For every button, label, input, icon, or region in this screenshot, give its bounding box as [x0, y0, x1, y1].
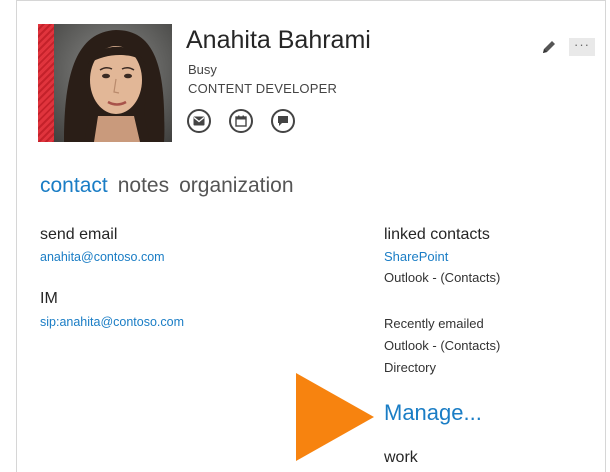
sharepoint-link[interactable]: SharePoint	[384, 249, 448, 264]
presence-indicator-busy	[38, 24, 54, 142]
tab-contact[interactable]: contact	[40, 174, 108, 198]
edit-button[interactable]	[541, 39, 557, 55]
email-icon	[193, 116, 205, 126]
linked-contacts-label: linked contacts	[384, 226, 490, 243]
send-email-label: send email	[40, 226, 118, 243]
work-section-label: work	[384, 449, 418, 466]
chat-icon	[278, 116, 288, 126]
edit-pencil-icon	[543, 41, 555, 53]
job-title: CONTENT DEVELOPER	[188, 81, 338, 96]
quick-actions	[187, 109, 295, 133]
tab-organization[interactable]: organization	[179, 174, 293, 198]
callout-arrow-icon	[296, 373, 374, 461]
card-tabs: contact notes organization	[40, 174, 294, 198]
sip-address-link[interactable]: sip:anahita@contoso.com	[40, 315, 184, 329]
more-options-button[interactable]: ···	[569, 38, 595, 56]
outlook-contacts-source: Outlook - (Contacts)	[384, 270, 501, 285]
email-address-link[interactable]: anahita@contoso.com	[40, 250, 165, 264]
profile-photo	[54, 24, 172, 142]
recently-emailed-label: Recently emailed	[384, 316, 484, 331]
recent-outlook-source: Outlook - (Contacts)	[384, 338, 501, 353]
send-email-button[interactable]	[187, 109, 211, 133]
more-icon: ···	[574, 37, 590, 52]
im-label: IM	[40, 290, 58, 307]
directory-source: Directory	[384, 360, 437, 375]
manage-linked-contacts-link[interactable]: Manage...	[384, 400, 482, 426]
person-name: Anahita Bahrami	[186, 26, 371, 54]
tab-notes[interactable]: notes	[118, 174, 169, 198]
calendar-icon	[235, 115, 247, 127]
presence-status: Busy	[188, 62, 217, 77]
instant-message-button[interactable]	[271, 109, 295, 133]
schedule-meeting-button[interactable]	[229, 109, 253, 133]
